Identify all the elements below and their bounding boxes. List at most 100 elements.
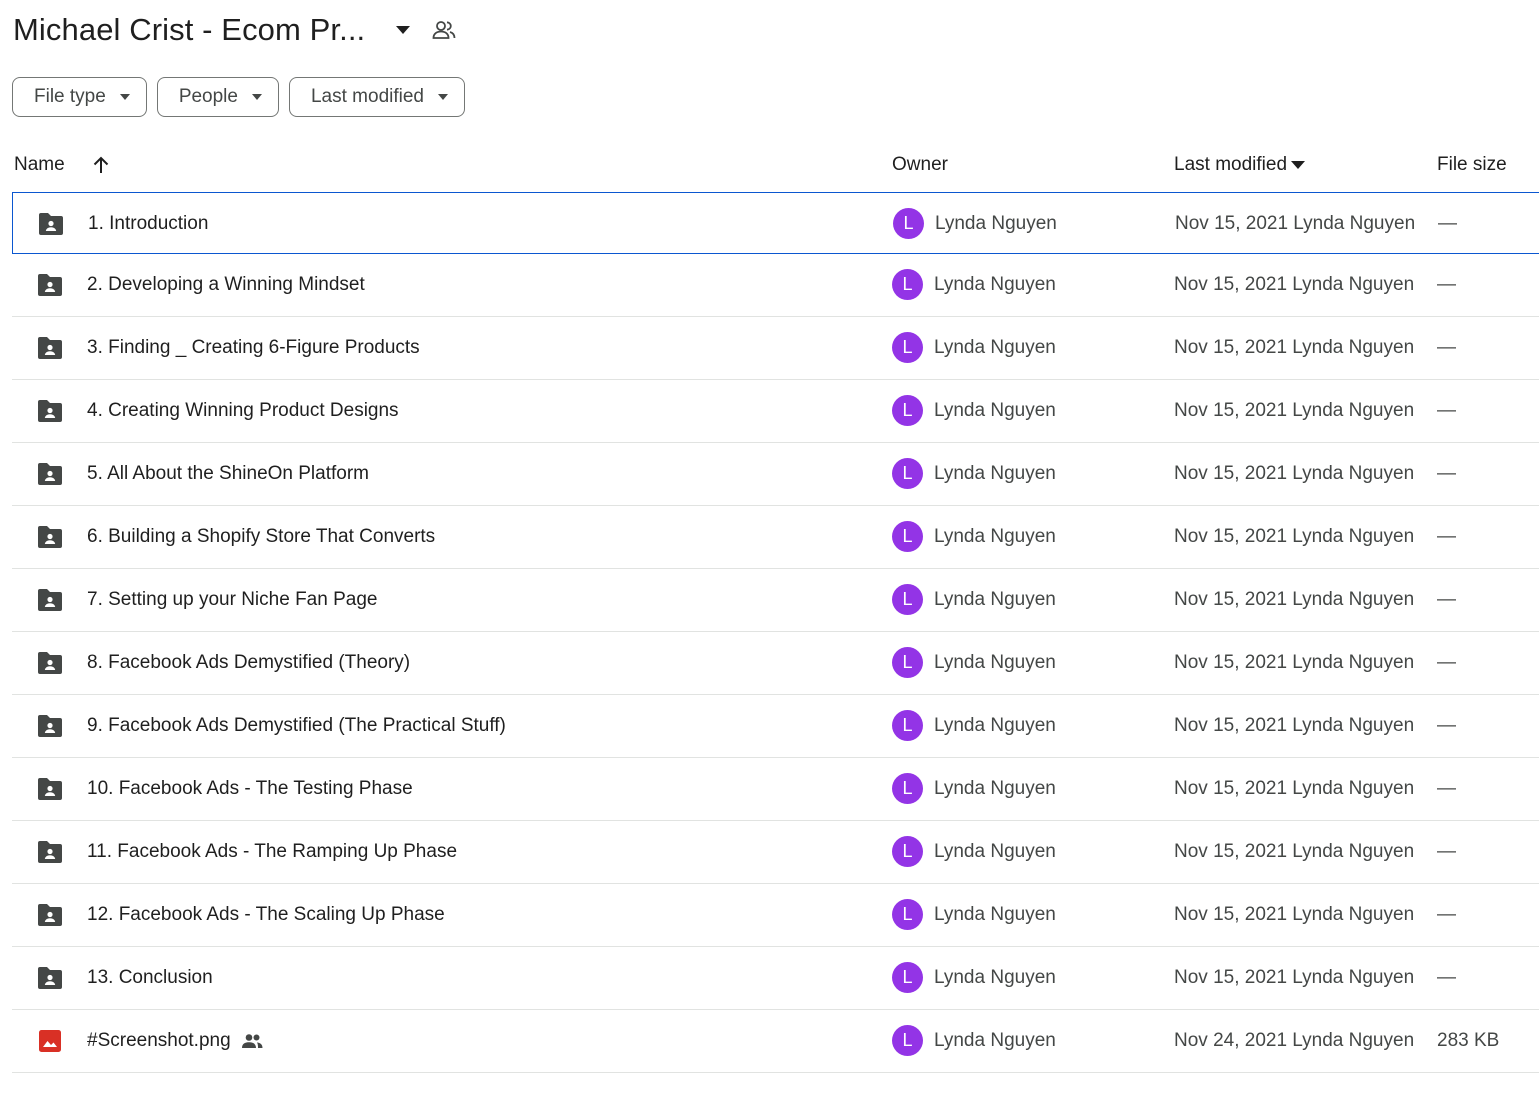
- file-row[interactable]: 9. Facebook Ads Demystified (The Practic…: [12, 695, 1539, 758]
- shared-folder-icon: [36, 399, 64, 423]
- chevron-down-icon: [119, 94, 130, 100]
- file-name: 8. Facebook Ads Demystified (Theory): [87, 652, 410, 674]
- file-name-text: 7. Setting up your Niche Fan Page: [87, 589, 378, 610]
- file-name-text: 2. Developing a Winning Mindset: [87, 274, 365, 295]
- file-name: 5. All About the ShineOn Platform: [87, 463, 369, 485]
- file-name: 13. Conclusion: [87, 967, 213, 989]
- file-name-text: 5. All About the ShineOn Platform: [87, 463, 370, 484]
- folder-title[interactable]: Michael Crist - Ecom Pr...: [13, 12, 365, 48]
- file-size-cell: —: [1437, 967, 1456, 988]
- file-size-cell: 283 KB: [1437, 1030, 1500, 1051]
- avatar: L: [892, 773, 923, 804]
- owner-name: Lynda Nguyen: [934, 525, 1056, 547]
- chevron-down-icon[interactable]: [391, 18, 415, 42]
- owner-name: Lynda Nguyen: [934, 336, 1056, 358]
- name-column-header[interactable]: Name: [14, 154, 109, 176]
- shared-folder-icon: [36, 903, 64, 927]
- file-row[interactable]: 6. Building a Shopify Store That Convert…: [12, 506, 1539, 569]
- shared-folder-icon: [36, 588, 64, 612]
- last-modified-cell: Nov 15, 2021 Lynda Nguyen: [1174, 967, 1415, 988]
- file-row[interactable]: 13. Conclusion L Lynda Nguyen Nov 15, 20…: [12, 947, 1539, 1010]
- file-row[interactable]: 4. Creating Winning Product Designs L Ly…: [12, 380, 1539, 443]
- owner-cell: L Lynda Nguyen: [893, 208, 1057, 239]
- file-name-text: 8. Facebook Ads Demystified (Theory): [87, 652, 411, 673]
- owner-cell: L Lynda Nguyen: [892, 458, 1056, 489]
- file-name-text: 1. Introduction: [88, 213, 209, 234]
- file-row[interactable]: 3. Finding _ Creating 6-Figure Products …: [12, 317, 1539, 380]
- file-row[interactable]: 7. Setting up your Niche Fan Page L Lynd…: [12, 569, 1539, 632]
- name-column-label: Name: [14, 154, 65, 175]
- owner-cell: L Lynda Nguyen: [892, 773, 1056, 804]
- owner-cell: L Lynda Nguyen: [892, 899, 1056, 930]
- filter-bar: File type People Last modified: [12, 77, 465, 117]
- file-size-cell: —: [1437, 463, 1456, 484]
- file-size-cell: —: [1437, 400, 1456, 421]
- folder-header: Michael Crist - Ecom Pr...: [13, 8, 457, 52]
- owner-name: Lynda Nguyen: [934, 651, 1056, 673]
- last-modified-cell: Nov 15, 2021 Lynda Nguyen: [1174, 904, 1415, 925]
- file-row[interactable]: 12. Facebook Ads - The Scaling Up Phase …: [12, 884, 1539, 947]
- file-name: 10. Facebook Ads - The Testing Phase: [87, 778, 413, 800]
- avatar: L: [892, 962, 923, 993]
- last-modified-filter-button[interactable]: Last modified: [288, 77, 465, 117]
- file-row[interactable]: #Screenshot.png L Lynda Nguyen Nov 24, 2…: [12, 1010, 1539, 1073]
- file-size-cell: —: [1437, 778, 1456, 799]
- avatar: L: [892, 647, 923, 678]
- file-type-filter-button[interactable]: File type: [12, 77, 147, 117]
- file-row[interactable]: 1. Introduction L Lynda Nguyen Nov 15, 2…: [12, 192, 1539, 254]
- last-modified-cell: Nov 15, 2021 Lynda Nguyen: [1174, 274, 1415, 295]
- owner-name: Lynda Nguyen: [934, 903, 1056, 925]
- shared-people-icon[interactable]: [431, 17, 457, 43]
- file-name-text: 10. Facebook Ads - The Testing Phase: [87, 778, 413, 799]
- file-name-text: 11. Facebook Ads - The Ramping Up Phase: [87, 841, 458, 862]
- owner-cell: L Lynda Nguyen: [892, 332, 1056, 363]
- avatar: L: [892, 836, 923, 867]
- file-row[interactable]: 8. Facebook Ads Demystified (Theory) L L…: [12, 632, 1539, 695]
- file-size-column-header: File size: [1437, 154, 1507, 176]
- filter-label: People: [178, 86, 238, 107]
- owner-name: Lynda Nguyen: [934, 1029, 1056, 1051]
- last-modified-cell: Nov 15, 2021 Lynda Nguyen: [1174, 715, 1415, 736]
- filter-label: Last modified: [310, 86, 424, 107]
- shared-folder-icon: [36, 525, 64, 549]
- shared-folder-icon: [37, 212, 65, 236]
- owner-name: Lynda Nguyen: [934, 777, 1056, 799]
- shared-folder-icon: [36, 336, 64, 360]
- file-size-cell: —: [1437, 715, 1456, 736]
- file-name: 6. Building a Shopify Store That Convert…: [87, 526, 435, 548]
- owner-name: Lynda Nguyen: [934, 714, 1056, 736]
- last-modified-cell: Nov 24, 2021 Lynda Nguyen: [1174, 1030, 1415, 1051]
- avatar: L: [892, 1025, 923, 1056]
- last-modified-cell: Nov 15, 2021 Lynda Nguyen: [1174, 652, 1415, 673]
- file-row[interactable]: 10. Facebook Ads - The Testing Phase L L…: [12, 758, 1539, 821]
- owner-cell: L Lynda Nguyen: [892, 521, 1056, 552]
- avatar: L: [892, 269, 923, 300]
- file-name: 7. Setting up your Niche Fan Page: [87, 589, 377, 611]
- chevron-down-icon: [438, 94, 448, 100]
- owner-name: Lynda Nguyen: [934, 966, 1056, 988]
- arrow-up-icon[interactable]: [93, 156, 109, 174]
- file-row[interactable]: 5. All About the ShineOn Platform L Lynd…: [12, 443, 1539, 506]
- file-size-cell: —: [1437, 274, 1456, 295]
- owner-cell: L Lynda Nguyen: [892, 836, 1056, 867]
- last-modified-cell: Nov 15, 2021 Lynda Nguyen: [1175, 213, 1416, 234]
- file-row[interactable]: 2. Developing a Winning Mindset L Lynda …: [12, 254, 1539, 317]
- last-modified-cell: Nov 15, 2021 Lynda Nguyen: [1174, 778, 1415, 799]
- last-modified-cell: Nov 15, 2021 Lynda Nguyen: [1174, 400, 1415, 421]
- chevron-down-icon: [1291, 161, 1306, 169]
- avatar: L: [892, 458, 923, 489]
- owner-column-label: Owner: [892, 154, 948, 175]
- chevron-down-icon: [251, 94, 262, 100]
- owner-column-header: Owner: [892, 154, 948, 176]
- file-name: 9. Facebook Ads Demystified (The Practic…: [87, 715, 506, 737]
- avatar: L: [892, 332, 923, 363]
- people-filter-button[interactable]: People: [156, 77, 279, 117]
- avatar: L: [892, 395, 923, 426]
- file-size-cell: —: [1437, 589, 1456, 610]
- file-name: 12. Facebook Ads - The Scaling Up Phase: [87, 904, 445, 926]
- file-list: 1. Introduction L Lynda Nguyen Nov 15, 2…: [12, 192, 1539, 1073]
- file-row[interactable]: 11. Facebook Ads - The Ramping Up Phase …: [12, 821, 1539, 884]
- file-size-cell: —: [1438, 213, 1457, 234]
- owner-name: Lynda Nguyen: [934, 462, 1056, 484]
- last-modified-column-header[interactable]: Last modified: [1174, 154, 1306, 176]
